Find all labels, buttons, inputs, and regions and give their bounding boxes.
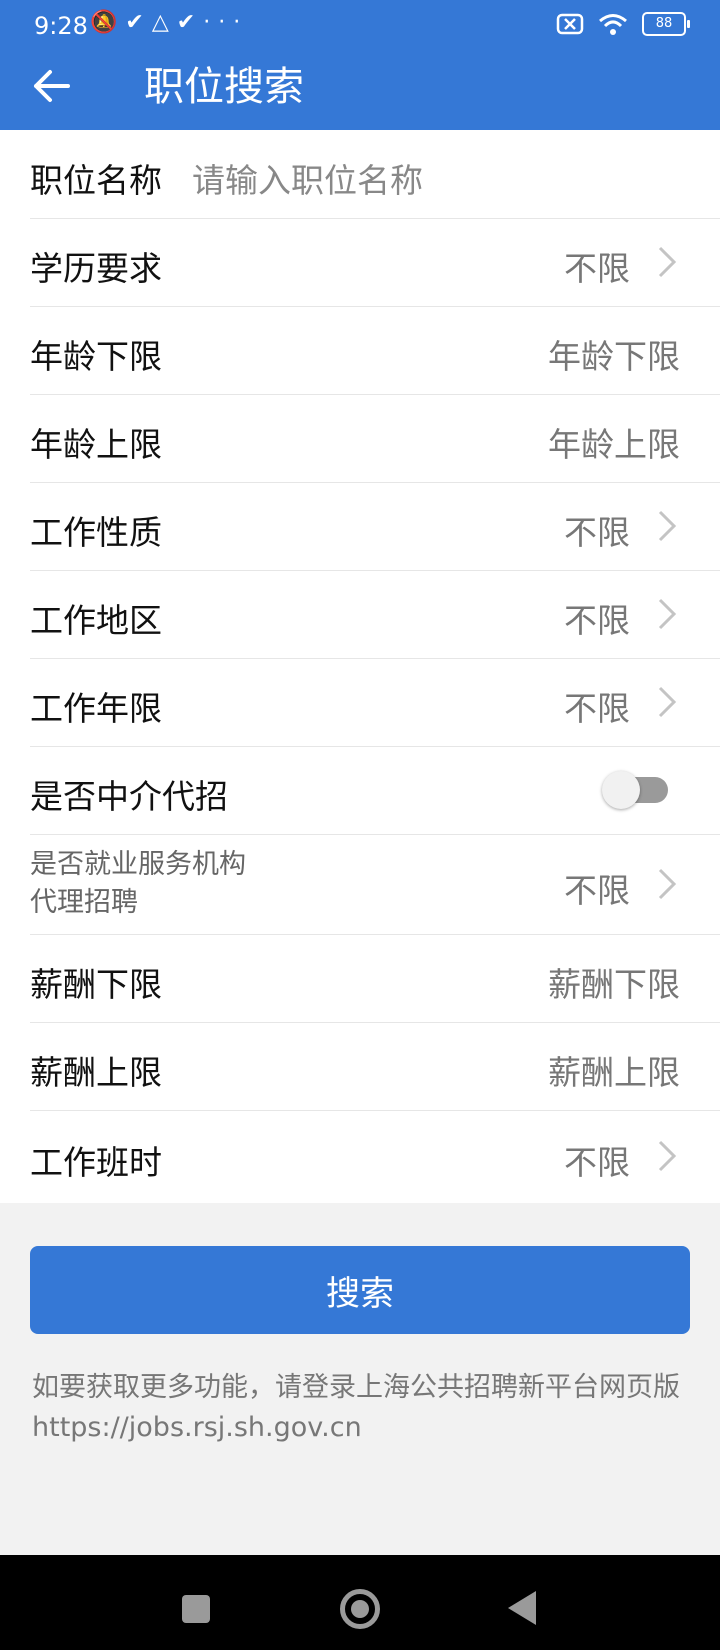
work-years-value: 不限 (564, 689, 630, 728)
search-button[interactable]: 搜索 (30, 1246, 690, 1334)
agency-label: 是否中介代招 (30, 777, 228, 816)
wifi-icon (599, 14, 627, 35)
status-icons-left: 🔕✔△✔··· (90, 10, 248, 35)
salary-min-label: 薪酬下限 (30, 965, 162, 1004)
salary-max-label: 薪酬上限 (30, 1053, 162, 1092)
salary-min-input[interactable]: 薪酬下限 (548, 958, 680, 1006)
work-years-row[interactable]: 工作年限 不限 (30, 658, 720, 747)
search-form: 职位名称 请输入职位名称 学历要求 不限 年龄下限 年龄下限 年龄上限 年龄上限… (0, 130, 720, 1203)
education-label: 学历要求 (30, 249, 162, 288)
work-years-label: 工作年限 (30, 689, 162, 728)
chevron-right-icon (658, 598, 677, 630)
job-name-label: 职位名称 (30, 161, 162, 200)
shift-value: 不限 (564, 1143, 630, 1182)
app-header: 9:28 🔕✔△✔··· 88 职位搜索 (0, 0, 720, 130)
sim-off-icon (556, 13, 584, 35)
service-agency-label-line1: 是否就业服务机构 (30, 849, 246, 880)
home-icon[interactable] (340, 1589, 380, 1629)
check-icon: ✔ (176, 10, 204, 35)
chevron-right-icon (658, 686, 677, 718)
chevron-right-icon (658, 868, 677, 900)
agency-toggle[interactable] (602, 771, 668, 809)
service-agency-label-line2: 代理招聘 (30, 887, 138, 918)
status-bar: 9:28 🔕✔△✔··· 88 (0, 0, 720, 52)
education-value: 不限 (564, 249, 630, 288)
chevron-right-icon (658, 510, 677, 542)
info-note-text: 如要获取更多功能，请登录上海公共招聘新平台网页版 (32, 1372, 680, 1403)
page-title: 职位搜索 (144, 64, 304, 110)
salary-max-input[interactable]: 薪酬上限 (548, 1046, 680, 1094)
chevron-right-icon (658, 1140, 677, 1172)
status-time: 9:28 (34, 12, 88, 40)
service-agency-label: 是否就业服务机构 代理招聘 (30, 846, 246, 922)
job-nature-value: 不限 (564, 513, 630, 552)
service-agency-row[interactable]: 是否就业服务机构 代理招聘 不限 (30, 834, 720, 935)
check-icon: ✔ (125, 10, 152, 35)
job-name-input[interactable]: 请输入职位名称 (192, 154, 423, 202)
age-min-input[interactable]: 年龄下限 (548, 330, 680, 378)
work-area-value: 不限 (564, 601, 630, 640)
recent-apps-icon[interactable] (182, 1595, 210, 1623)
shift-label: 工作班时 (30, 1143, 162, 1182)
website-link[interactable]: https://jobs.rsj.sh.gov.cn (32, 1412, 362, 1443)
chevron-right-icon (658, 246, 677, 278)
home-dot (351, 1600, 369, 1618)
status-icons-right: 88 (556, 12, 690, 36)
mute-bell-icon: 🔕 (90, 10, 126, 35)
service-agency-value: 不限 (564, 871, 630, 910)
age-min-row[interactable]: 年龄下限 年龄下限 (30, 306, 720, 395)
back-arrow-icon[interactable] (30, 64, 74, 108)
job-nature-label: 工作性质 (30, 513, 162, 552)
salary-max-row[interactable]: 薪酬上限 薪酬上限 (30, 1022, 720, 1111)
job-name-row[interactable]: 职位名称 请输入职位名称 (30, 130, 720, 219)
drive-icon: △ (151, 10, 177, 35)
salary-min-row[interactable]: 薪酬下限 薪酬下限 (30, 934, 720, 1023)
education-row[interactable]: 学历要求 不限 (30, 218, 720, 307)
work-area-label: 工作地区 (30, 601, 162, 640)
nav-back-icon[interactable] (508, 1591, 536, 1625)
age-max-label: 年龄上限 (30, 425, 162, 464)
info-note: 如要获取更多功能，请登录上海公共招聘新平台网页版 https://jobs.rs… (32, 1368, 692, 1448)
toggle-knob (602, 771, 640, 809)
system-nav-bar (0, 1555, 720, 1650)
age-max-input[interactable]: 年龄上限 (548, 418, 680, 466)
battery-icon: 88 (642, 12, 690, 36)
age-min-label: 年龄下限 (30, 337, 162, 376)
shift-row[interactable]: 工作班时 不限 (30, 1110, 720, 1202)
more-dots-icon: ··· (203, 10, 249, 35)
job-nature-row[interactable]: 工作性质 不限 (30, 482, 720, 571)
work-area-row[interactable]: 工作地区 不限 (30, 570, 720, 659)
age-max-row[interactable]: 年龄上限 年龄上限 (30, 394, 720, 483)
agency-row: 是否中介代招 (30, 746, 720, 835)
